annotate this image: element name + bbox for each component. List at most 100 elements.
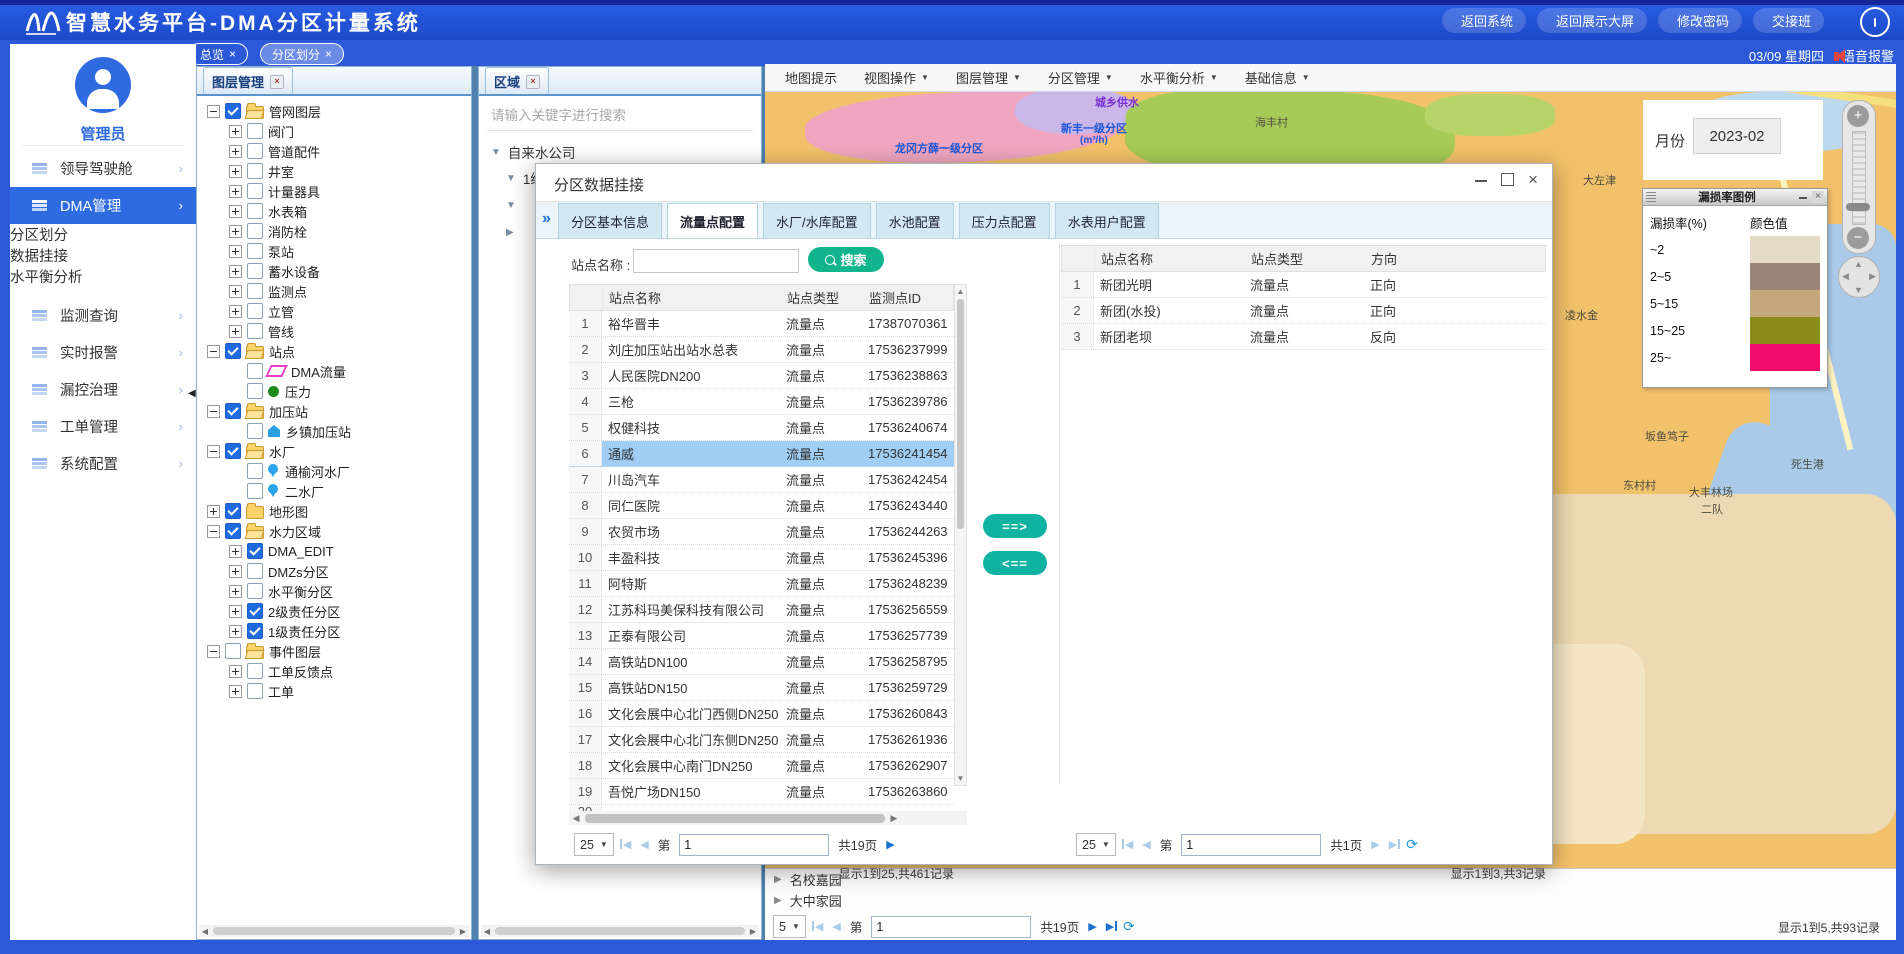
checkbox[interactable] xyxy=(247,583,263,599)
table-row[interactable]: 9 农贸市场 流量点 17536244263 xyxy=(569,519,954,545)
map-menu-item[interactable]: 图层管理 ▼ xyxy=(956,68,1021,87)
table-row[interactable]: 17 文化会展中心北门东侧DN250 流量点 17536261936 xyxy=(569,727,954,753)
drag-handle-icon[interactable] xyxy=(1646,192,1656,202)
table-row[interactable]: 14 高铁站DN100 流量点 17536258795 xyxy=(569,649,954,675)
table-row[interactable]: 1 裕华晋丰 流量点 17387070361 xyxy=(569,311,954,337)
table-row[interactable]: 11 阿特斯 流量点 17536248239 xyxy=(569,571,954,597)
tree-item[interactable]: 井室 xyxy=(201,161,467,181)
dialog-tab[interactable]: 水厂/水库配置 xyxy=(763,203,871,238)
expand-toggle-icon[interactable] xyxy=(207,645,220,658)
checkbox[interactable] xyxy=(225,643,241,659)
workspace-tab[interactable]: 总览 × xyxy=(188,43,248,65)
dialog-tab[interactable]: 压力点配置 xyxy=(959,203,1050,238)
table-row[interactable]: 7 川岛汽车 流量点 17536242454 xyxy=(569,467,954,493)
table-row[interactable]: 6 通威 流量点 17536241454 xyxy=(569,441,954,467)
tree-item[interactable]: 消防栓 xyxy=(201,221,467,241)
power-icon[interactable] xyxy=(1860,7,1890,37)
checkbox[interactable] xyxy=(247,143,263,159)
table-row[interactable]: 5 权健科技 流量点 17536240674 xyxy=(569,415,954,441)
checkbox[interactable] xyxy=(247,303,263,319)
tree-item[interactable]: 蓄水设备 xyxy=(201,261,467,281)
sidebar-item[interactable]: DMA管理 › xyxy=(10,187,196,224)
page-number-input[interactable] xyxy=(871,916,1031,938)
header-action-button[interactable]: 修改密码 xyxy=(1658,8,1742,33)
vertical-scrollbar[interactable]: ▲ ▼ xyxy=(954,284,967,786)
scroll-right-icon[interactable]: ▶ xyxy=(457,927,469,936)
checkbox[interactable] xyxy=(247,163,263,179)
table-row[interactable]: 15 高铁站DN150 流量点 17536259729 xyxy=(569,675,954,701)
expand-toggle-icon[interactable] xyxy=(229,245,242,258)
zoom-out-icon[interactable]: − xyxy=(1847,227,1869,249)
tree-item[interactable]: 通榆河水厂 xyxy=(201,461,467,481)
expand-toggle-icon[interactable] xyxy=(229,285,242,298)
expand-toggle-icon[interactable] xyxy=(207,445,220,458)
chevron-down-icon[interactable]: ▼ xyxy=(506,200,516,211)
expand-toggle-icon[interactable] xyxy=(229,545,242,558)
sidebar-item[interactable]: 漏控治理 › xyxy=(10,371,196,408)
dialog-titlebar[interactable]: 分区数据挂接 xyxy=(536,164,1552,202)
close-icon[interactable]: × xyxy=(325,47,332,61)
expand-toggle-icon[interactable] xyxy=(229,685,242,698)
next-page-icon[interactable]: ▶ xyxy=(886,838,894,851)
table-row[interactable]: 10 丰盈科技 流量点 17536245396 xyxy=(569,545,954,571)
expand-toggle-icon[interactable] xyxy=(229,125,242,138)
checkbox[interactable] xyxy=(247,663,263,679)
map-pan-control[interactable]: ▲ ◀ ▶ ▼ xyxy=(1838,256,1880,298)
expand-toggle-icon[interactable] xyxy=(229,665,242,678)
checkbox[interactable] xyxy=(247,563,263,579)
map-menu-item[interactable]: 基础信息 ▼ xyxy=(1245,68,1310,87)
prev-page-icon[interactable]: ◀ xyxy=(640,838,648,851)
tree-item[interactable]: 加压站 xyxy=(201,401,467,421)
prev-page-icon[interactable]: ◀ xyxy=(1142,838,1150,851)
tree-item[interactable]: 水表箱 xyxy=(201,201,467,221)
pan-down-icon[interactable]: ▼ xyxy=(1854,285,1863,295)
first-page-icon[interactable]: ◀ xyxy=(815,920,823,933)
checkbox[interactable] xyxy=(247,223,263,239)
checkbox[interactable] xyxy=(247,543,263,559)
scroll-right-icon[interactable]: ▶ xyxy=(887,813,901,824)
minimize-icon[interactable] xyxy=(1475,174,1487,186)
expand-toggle-icon[interactable] xyxy=(207,405,220,418)
tree-item[interactable]: 压力 xyxy=(201,381,467,401)
sidebar-item[interactable]: 领导驾驶舱 › xyxy=(10,150,196,187)
table-row[interactable]: 3 人民医院DN200 流量点 17536238863 xyxy=(569,363,954,389)
next-page-icon[interactable]: ▶ xyxy=(1088,920,1096,933)
close-icon[interactable] xyxy=(270,75,284,89)
tree-item[interactable]: 二水厂 xyxy=(201,481,467,501)
horizontal-scrollbar[interactable]: ◀ ▶ xyxy=(569,811,967,825)
checkbox[interactable] xyxy=(247,623,263,639)
move-left-button[interactable]: <== xyxy=(983,551,1047,575)
search-button[interactable]: 搜索 xyxy=(808,247,884,272)
map-menu-item[interactable]: 地图提示 ▼ xyxy=(785,68,837,87)
checkbox[interactable] xyxy=(225,503,241,519)
expand-toggle-icon[interactable] xyxy=(229,625,242,638)
tree-item[interactable]: 管网图层 xyxy=(201,101,467,121)
checkbox[interactable] xyxy=(225,523,241,539)
expand-toggle-icon[interactable] xyxy=(207,505,220,518)
expand-toggle-icon[interactable] xyxy=(229,205,242,218)
last-page-icon[interactable]: ▶ xyxy=(1106,920,1114,933)
maximize-icon[interactable] xyxy=(1501,173,1514,186)
last-page-icon[interactable]: ▶ xyxy=(1389,838,1397,851)
dialog-tab[interactable]: 水表用户配置 xyxy=(1055,203,1159,238)
checkbox[interactable] xyxy=(247,183,263,199)
region-tree-node[interactable]: ▼ 自来水公司 xyxy=(479,139,761,165)
horizontal-scrollbar[interactable]: ◀ ▶ xyxy=(199,925,469,937)
minimize-icon[interactable] xyxy=(1798,192,1808,202)
expand-toggle-icon[interactable] xyxy=(229,565,242,578)
sidebar-collapse-icon[interactable]: ◀ xyxy=(188,388,196,399)
prev-page-icon[interactable]: ◀ xyxy=(832,920,840,933)
pan-left-icon[interactable]: ◀ xyxy=(1842,271,1849,282)
header-action-button[interactable]: 返回系统 xyxy=(1442,8,1526,33)
scrollbar-thumb[interactable] xyxy=(585,814,885,823)
tree-item[interactable]: 水厂 xyxy=(201,441,467,461)
checkbox[interactable] xyxy=(247,283,263,299)
checkbox[interactable] xyxy=(247,363,263,379)
workspace-tab[interactable]: 分区划分 × xyxy=(260,43,344,65)
page-size-select[interactable]: 25 ▼ xyxy=(1076,833,1116,856)
zoom-slider-thumb[interactable] xyxy=(1846,203,1870,211)
dialog-tab[interactable]: 水池配置 xyxy=(876,203,954,238)
header-action-button[interactable]: 交接班 xyxy=(1753,8,1824,33)
tree-item[interactable]: DMA流量 xyxy=(201,361,467,381)
tree-item[interactable]: 计量器具 xyxy=(201,181,467,201)
